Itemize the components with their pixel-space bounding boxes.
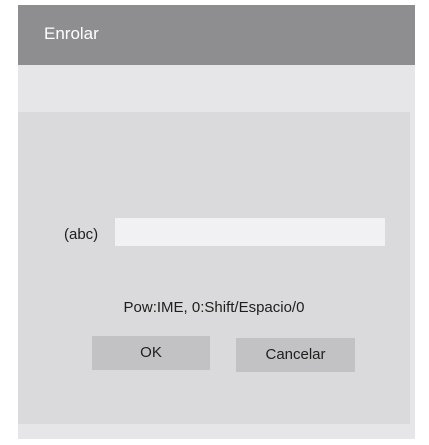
cancel-button[interactable]: Cancelar (236, 338, 355, 372)
input-mode-label: (abc) (64, 226, 99, 243)
dialog-title: Enrolar (44, 24, 99, 43)
ok-button[interactable]: OK (92, 336, 210, 370)
dialog-content-panel: (abc) Pow:IME, 0:Shift/Espacio/0 OK Canc… (18, 112, 410, 424)
dialog-titlebar: Enrolar (18, 5, 415, 65)
keypad-hint: Pow:IME, 0:Shift/Espacio/0 (123, 299, 305, 316)
enroll-text-input[interactable] (115, 218, 385, 246)
enroll-dialog: Enrolar (abc) Pow:IME, 0:Shift/Espacio/0… (18, 5, 415, 439)
